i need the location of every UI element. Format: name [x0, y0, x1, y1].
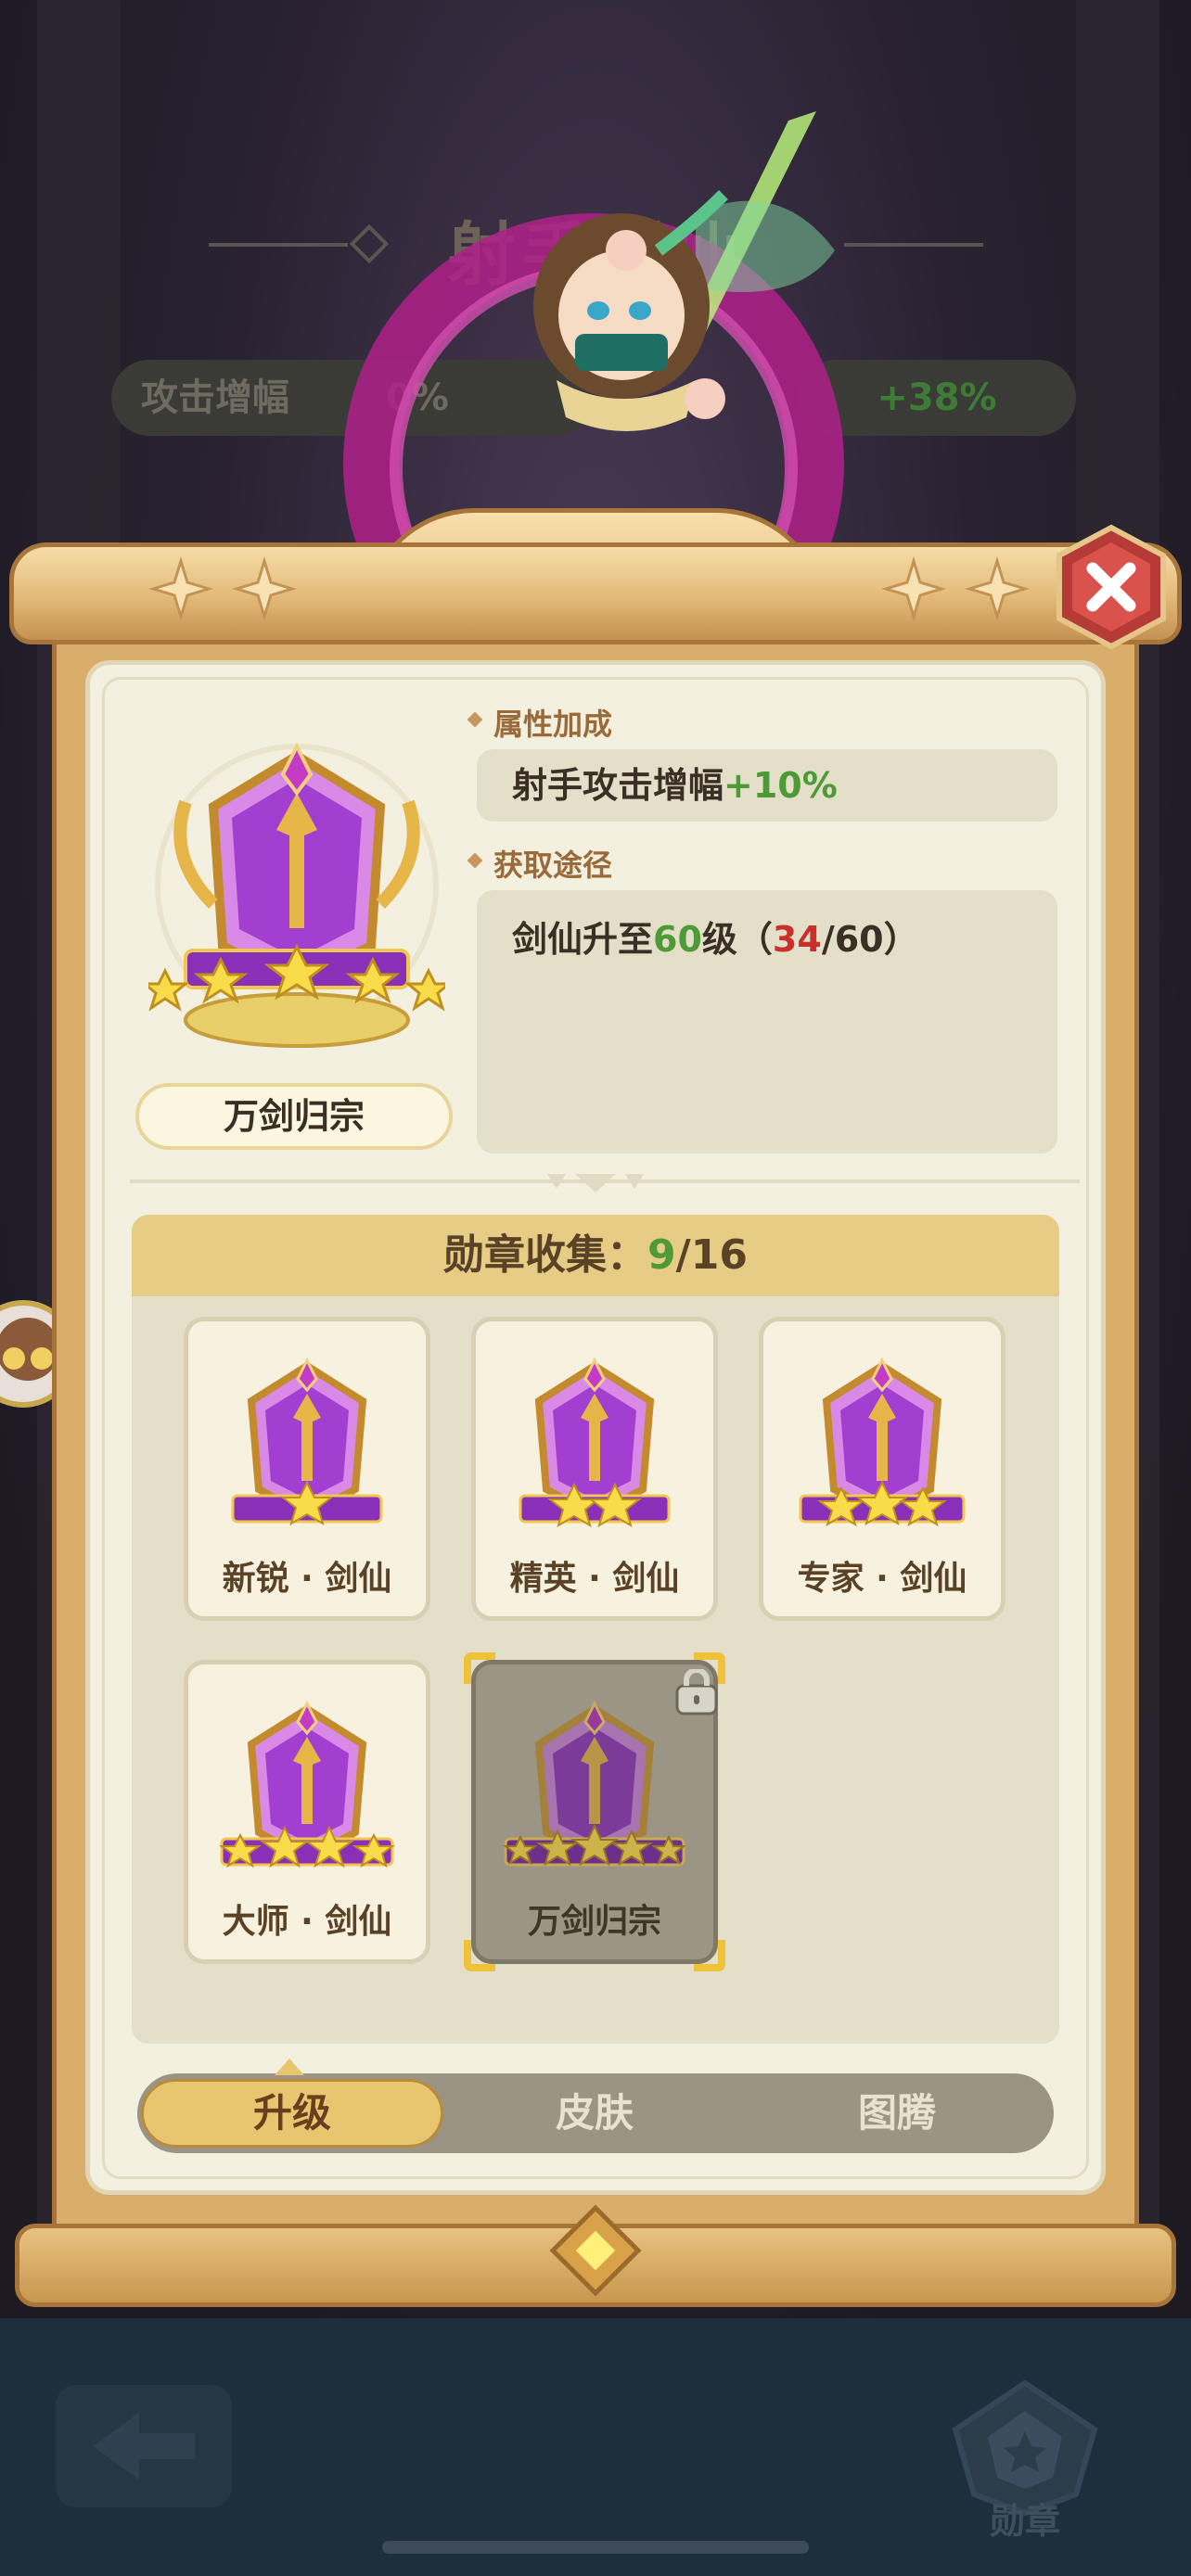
progress-current: 34 [772, 919, 822, 960]
medal-image [519, 1357, 671, 1528]
back-arrow-icon [93, 2413, 195, 2480]
medal-card-elite[interactable]: 精英 · 剑仙 [471, 1317, 718, 1621]
source-level: 60 [653, 919, 702, 960]
divider-ornament [547, 1174, 644, 1192]
medal-card-master[interactable]: 大师 · 剑仙 [184, 1660, 430, 1964]
attribute-text: 射手攻击增幅 [512, 765, 724, 806]
medal-image [503, 1700, 686, 1867]
medal-nav-label[interactable]: 勋章 [937, 2493, 1113, 2544]
hero-character-image [533, 111, 835, 431]
progress-total: 60 [834, 919, 884, 960]
source-unit: 级（ [701, 919, 773, 960]
home-indicator[interactable] [382, 2541, 809, 2554]
collection-collected: 9 [647, 1231, 676, 1279]
collection-header: 勋章收集：9/16 [132, 1215, 1059, 1296]
close-button[interactable] [1054, 524, 1169, 650]
attribute-heading: 属性加成 [493, 701, 612, 744]
tab-upgrade[interactable]: 升级 [141, 2079, 443, 2148]
tab-pointer [275, 2059, 304, 2075]
source-heading: 获取途径 [493, 842, 612, 885]
medal-card-label: 新锐 · 剑仙 [222, 1560, 392, 1598]
medal-card-expert[interactable]: 专家 · 剑仙 [759, 1317, 1005, 1621]
star-ornament-left [148, 556, 298, 621]
medal-image [231, 1357, 383, 1526]
selected-medal-name: 万剑归宗 [135, 1083, 453, 1150]
medal-image [799, 1357, 966, 1527]
collection-label: 勋章收集： [443, 1231, 648, 1279]
medal-card-novice[interactable]: 新锐 · 剑仙 [184, 1317, 430, 1621]
source-prefix: 剑仙升至 [512, 919, 654, 960]
star-ornament-right [881, 556, 1031, 621]
medal-image [218, 1700, 396, 1868]
medal-card-label: 大师 · 剑仙 [222, 1903, 392, 1941]
lock-icon [675, 1669, 718, 1715]
back-button[interactable] [56, 2385, 232, 2507]
attribute-bonus-box: 射手攻击增幅+10% [477, 749, 1057, 822]
selection-corner [464, 1940, 495, 1971]
attribute-bonus-value: +10% [724, 765, 838, 806]
collection-sep: / [675, 1231, 691, 1279]
medal-card-label: 专家 · 剑仙 [797, 1560, 967, 1598]
medal-card-label: 精英 · 剑仙 [509, 1560, 680, 1598]
source-suffix: ） [883, 919, 919, 960]
collection-total: 16 [690, 1231, 748, 1279]
selection-corner [694, 1940, 725, 1971]
tab-skin[interactable]: 皮肤 [443, 2079, 746, 2148]
tab-totem[interactable]: 图腾 [746, 2079, 1048, 2148]
stat-value-right: +38% [877, 376, 997, 419]
progress-sep: / [821, 919, 835, 960]
medal-card-label: 万剑归宗 [527, 1903, 661, 1941]
selected-medal-image [148, 742, 445, 1048]
source-box: 剑仙升至60级（34/60） [477, 890, 1057, 1154]
stat-label: 攻击增幅 [141, 376, 289, 419]
selection-corner [464, 1652, 495, 1684]
